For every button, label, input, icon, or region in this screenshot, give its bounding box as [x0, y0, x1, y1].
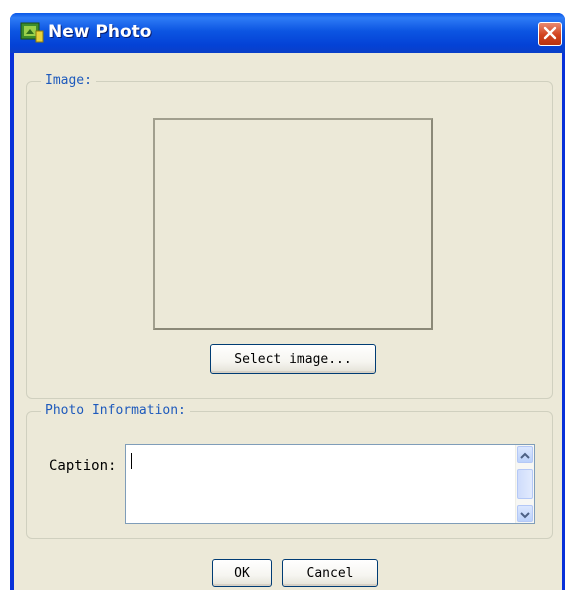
close-button[interactable]: [538, 22, 562, 46]
window-title: New Photo: [48, 22, 152, 42]
caption-scrollbar[interactable]: [515, 445, 534, 523]
chevron-up-icon: [520, 445, 530, 464]
image-group: Image: Select image...: [26, 73, 553, 399]
caption-field[interactable]: [125, 444, 535, 524]
ok-button[interactable]: OK: [212, 559, 272, 587]
photo-information-label: Photo Information:: [41, 403, 190, 418]
cancel-button[interactable]: Cancel: [282, 559, 378, 587]
caption-label: Caption:: [49, 458, 117, 474]
dialog-body: Image: Select image... Photo Information…: [14, 53, 562, 590]
scroll-thumb[interactable]: [517, 469, 533, 499]
scroll-down-button[interactable]: [517, 505, 533, 522]
chevron-down-icon: [520, 504, 530, 523]
scroll-up-button[interactable]: [517, 446, 533, 463]
photo-information-group: Photo Information: Caption:: [26, 403, 553, 539]
select-image-button[interactable]: Select image...: [210, 344, 376, 374]
close-icon: [543, 25, 557, 44]
image-group-label: Image:: [41, 73, 96, 88]
image-preview: [153, 118, 433, 330]
title-bar[interactable]: New Photo: [10, 13, 565, 53]
text-caret: [131, 453, 132, 469]
dialog-window: New Photo Image: Select image... Photo I…: [10, 13, 565, 590]
photo-app-icon: [20, 21, 44, 43]
